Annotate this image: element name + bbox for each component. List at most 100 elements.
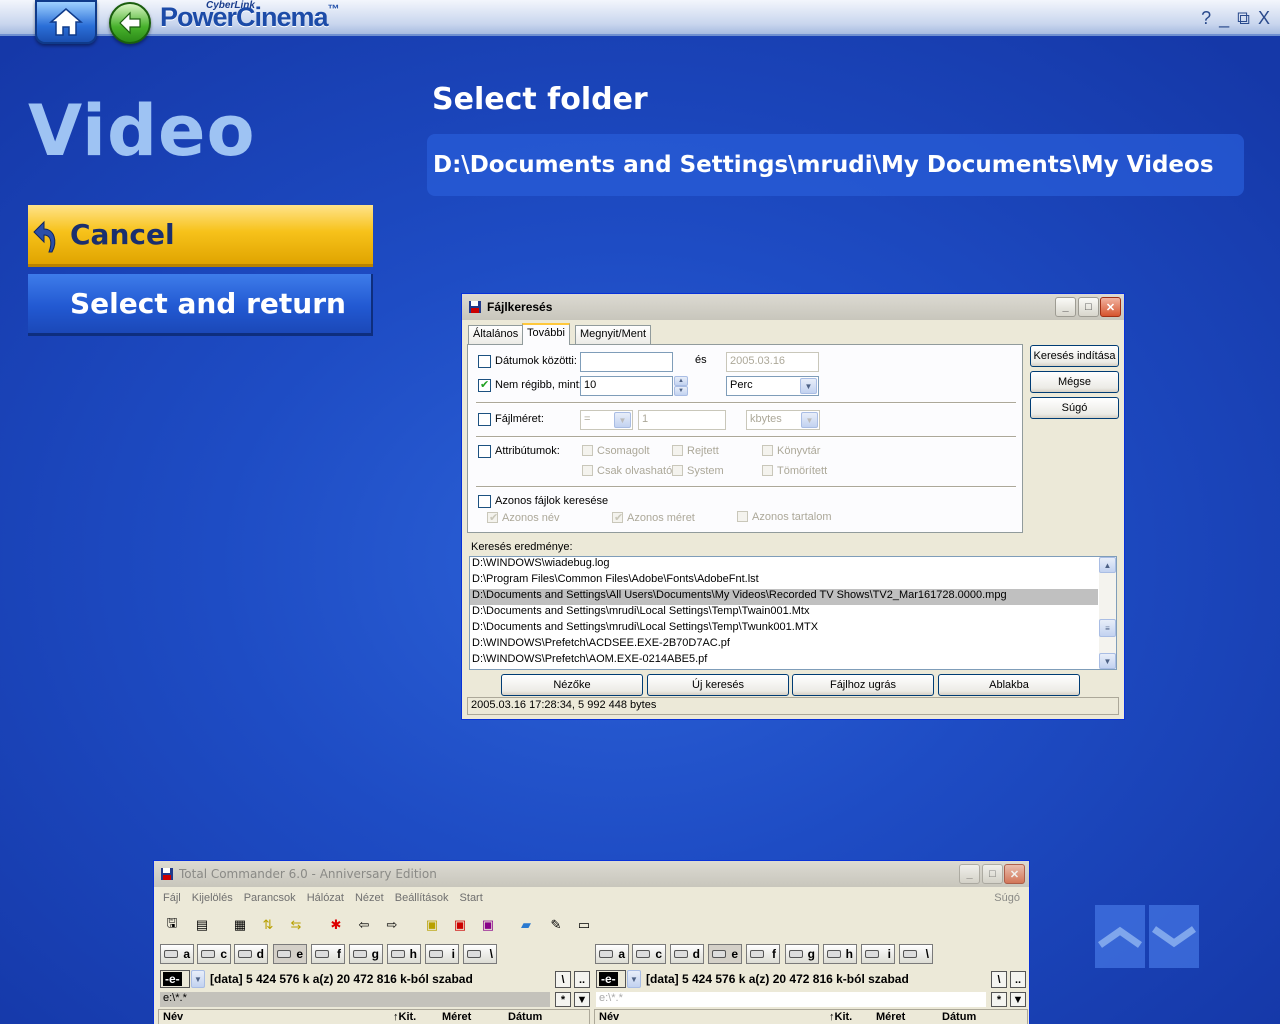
to-panel-button[interactable]: Ablakba [938, 674, 1080, 696]
drive-i-button[interactable]: i [425, 944, 459, 964]
tc-menu-halozat[interactable]: Hálózat [307, 892, 344, 904]
ftp-icon[interactable]: ▣ [478, 915, 498, 935]
attr-csomagolt-checkbox[interactable] [582, 445, 593, 456]
attr-csak-olvashato-checkbox[interactable] [582, 465, 593, 476]
tc-menu-nezet[interactable]: Nézet [355, 892, 384, 904]
viewer-button[interactable]: Nézőke [501, 674, 643, 696]
goto-file-button[interactable]: Fájlhoz ugrás [792, 674, 934, 696]
tc-menu-sugo[interactable]: Súgó [994, 892, 1020, 904]
col-name[interactable]: Név [599, 1011, 619, 1023]
right-up-button[interactable]: .. [1010, 971, 1026, 988]
rename-icon[interactable]: ▰ [516, 915, 536, 935]
filesize-field[interactable]: 1 [638, 410, 726, 430]
sort-icon[interactable]: ⇅ [258, 915, 278, 935]
tab-megnyit-ment[interactable]: Megnyit/Ment [575, 325, 652, 344]
attr-rejtett-checkbox[interactable] [672, 445, 683, 456]
not-older-checkbox[interactable] [478, 378, 491, 392]
tc-menu-kijeloles[interactable]: Kijelölés [192, 892, 233, 904]
col-size[interactable]: Méret [876, 1011, 905, 1023]
drive-f-button[interactable]: f [746, 944, 780, 964]
duplicates-checkbox[interactable] [478, 495, 491, 508]
left-up-button[interactable]: .. [574, 971, 590, 988]
dialog-maximize-button[interactable]: □ [1078, 297, 1099, 317]
drive-d-button[interactable]: d [670, 944, 704, 964]
paint-icon[interactable]: ▭ [574, 915, 594, 935]
folder-path[interactable]: D:\Documents and Settings\mrudi\My Docum… [427, 134, 1244, 196]
list-item[interactable]: D:\Documents and Settings\mrudi\Local Se… [470, 605, 1116, 621]
tc-maximize-button[interactable]: □ [982, 864, 1003, 884]
time-unit-select[interactable]: Perc ▼ [726, 376, 819, 396]
restore-button[interactable]: ⧉ [1237, 8, 1250, 29]
date-from-field[interactable] [580, 352, 673, 372]
tree-icon[interactable]: ⇆ [286, 915, 306, 935]
list-item[interactable]: D:\Program Files\Common Files\Adobe\Font… [470, 573, 1116, 589]
spin-up-icon[interactable]: ▲ [674, 376, 688, 386]
chevron-down-icon[interactable]: ▼ [191, 970, 205, 988]
results-list[interactable]: D:\WINDOWS\wiadebug.log D:\Program Files… [469, 556, 1117, 670]
tc-menu-parancsok[interactable]: Parancsok [244, 892, 296, 904]
drive-i-button[interactable]: i [861, 944, 895, 964]
dup-size-checkbox[interactable] [612, 511, 623, 524]
chevron-down-icon[interactable]: ▼ [574, 992, 590, 1007]
close-button[interactable]: X [1258, 8, 1270, 29]
dup-name-checkbox[interactable] [487, 511, 498, 524]
col-ext[interactable]: ↑Kit. [829, 1011, 852, 1023]
home-button[interactable] [35, 0, 97, 44]
left-root-button[interactable]: \ [555, 971, 571, 988]
col-ext[interactable]: ↑Kit. [393, 1011, 416, 1023]
filesize-checkbox[interactable] [478, 413, 491, 426]
select-all-icon[interactable]: ✱ [326, 915, 346, 935]
tab-altalanos[interactable]: Általános [468, 325, 524, 344]
new-search-button[interactable]: Új keresés [647, 674, 789, 696]
scroll-thumb[interactable]: ≡ [1099, 619, 1116, 637]
tab-tovabbi[interactable]: További [522, 323, 570, 345]
not-older-field[interactable]: 10 [580, 376, 673, 396]
drive-g-button[interactable]: g [785, 944, 819, 964]
back-icon[interactable]: ⇦ [354, 915, 374, 935]
dialog-help-button[interactable]: Súgó [1030, 397, 1119, 419]
right-root-button[interactable]: \ [991, 971, 1007, 988]
scroll-up-button[interactable] [1095, 905, 1145, 968]
tc-minimize-button[interactable]: _ [959, 864, 980, 884]
dialog-minimize-button[interactable]: _ [1055, 297, 1076, 317]
spin-down-icon[interactable]: ▼ [674, 386, 688, 396]
drive-d-button[interactable]: d [234, 944, 268, 964]
tc-menu-start[interactable]: Start [460, 892, 483, 904]
minimize-button[interactable]: _ [1219, 8, 1229, 29]
results-scrollbar[interactable]: ▲ ≡ ▼ [1099, 557, 1116, 669]
dialog-cancel-button[interactable]: Mégse [1030, 371, 1119, 393]
drive-network-button[interactable]: \ [899, 944, 933, 964]
filesize-operator-select[interactable]: = ▼ [580, 410, 633, 430]
date-between-checkbox[interactable] [478, 355, 491, 368]
dialog-close-button[interactable]: ✕ [1100, 297, 1121, 317]
list-item[interactable]: D:\WINDOWS\wiadebug.log [470, 557, 1116, 573]
col-name[interactable]: Név [163, 1011, 183, 1023]
drive-h-button[interactable]: h [823, 944, 857, 964]
pack-icon[interactable]: ▣ [422, 915, 442, 935]
scroll-down-icon[interactable]: ▼ [1099, 653, 1116, 669]
attr-konyvtar-checkbox[interactable] [762, 445, 773, 456]
tc-menu-fajl[interactable]: Fájl [163, 892, 181, 904]
list-item[interactable]: D:\Documents and Settings\mrudi\Local Se… [470, 621, 1116, 637]
not-older-spinner[interactable]: ▲ ▼ [674, 376, 688, 396]
col-size[interactable]: Méret [442, 1011, 471, 1023]
attr-tomoritett-checkbox[interactable] [762, 465, 773, 476]
drive-a-button[interactable]: a [160, 944, 194, 964]
drive-g-button[interactable]: g [349, 944, 383, 964]
chevron-down-icon[interactable]: ▼ [1010, 992, 1026, 1007]
drive-f-button[interactable]: f [311, 944, 345, 964]
dup-content-checkbox[interactable] [737, 511, 748, 522]
drive-c-button[interactable]: c [632, 944, 666, 964]
tc-close-button[interactable]: ✕ [1004, 864, 1025, 884]
attr-system-checkbox[interactable] [672, 465, 683, 476]
brief-view-icon[interactable]: ▦ [230, 915, 250, 935]
chevron-down-icon[interactable]: ▼ [627, 970, 641, 988]
drive-e-button[interactable]: e [708, 944, 742, 964]
notepad-icon[interactable]: ✎ [546, 915, 566, 935]
date-to-field[interactable]: 2005.03.16 [726, 352, 819, 372]
help-button[interactable]: ? [1201, 8, 1211, 29]
filesize-unit-select[interactable]: kbytes ▼ [746, 410, 820, 430]
back-button[interactable] [109, 2, 151, 44]
col-date[interactable]: Dátum [508, 1011, 542, 1023]
right-history-button[interactable]: * [991, 992, 1007, 1007]
